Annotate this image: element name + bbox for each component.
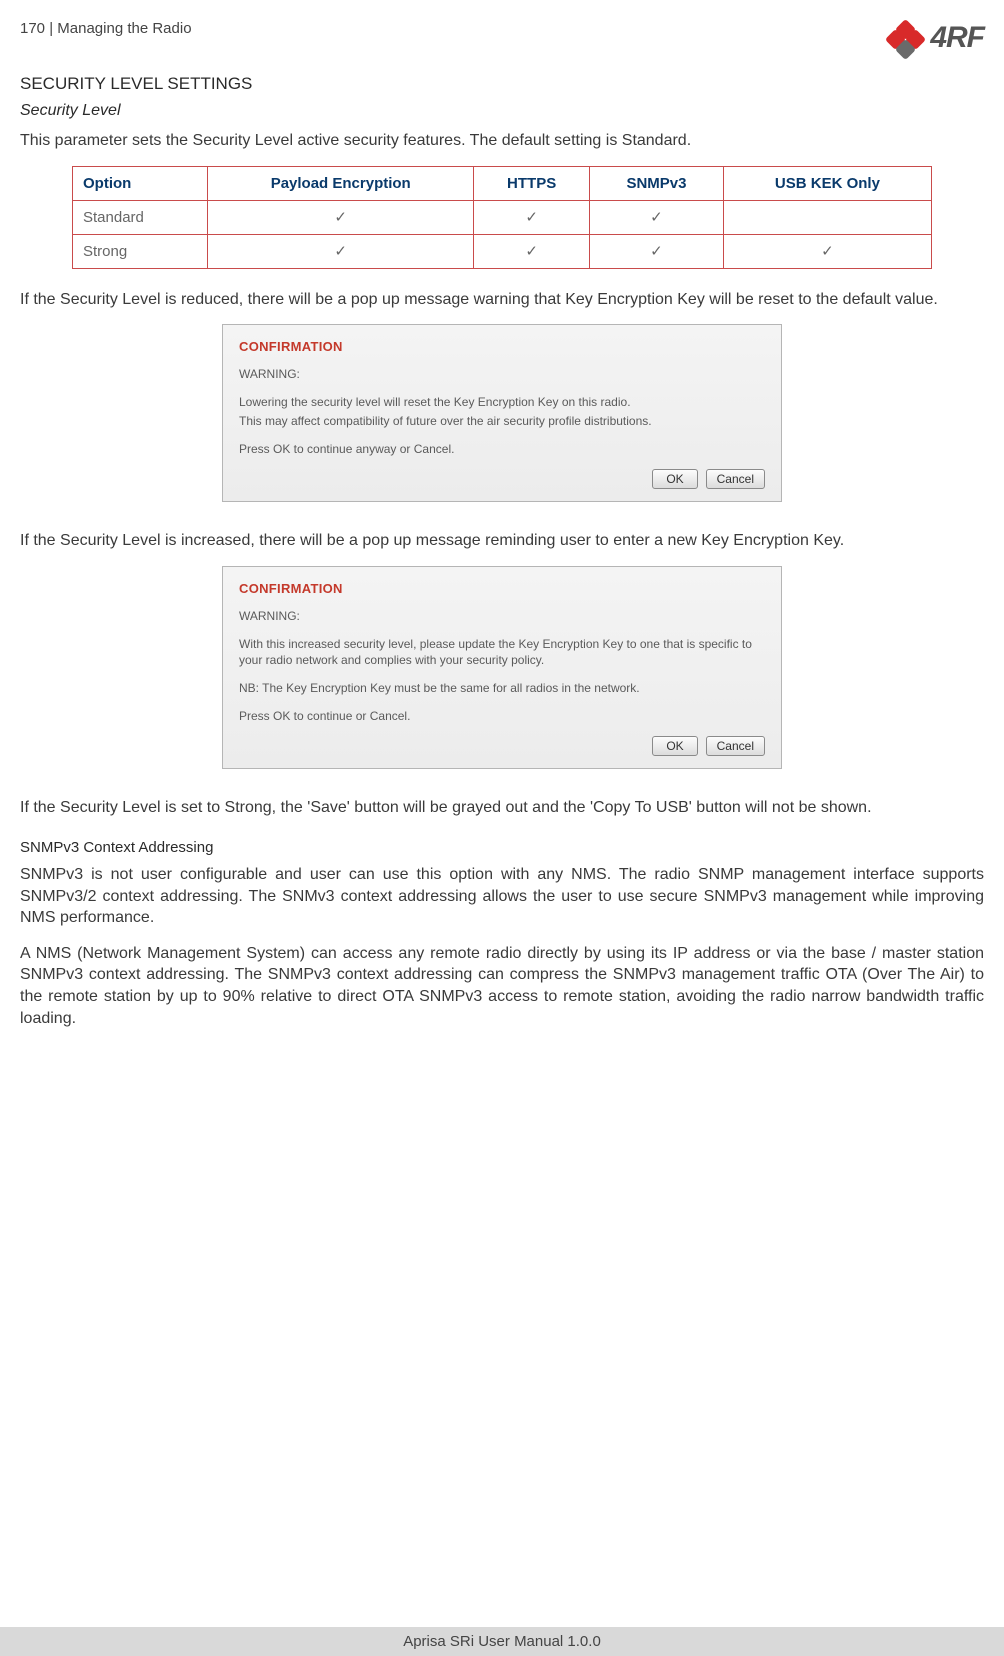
snmp-paragraph-2: A NMS (Network Management System) can ac… bbox=[20, 943, 984, 1029]
col-usb: USB KEK Only bbox=[723, 166, 931, 200]
col-https: HTTPS bbox=[474, 166, 590, 200]
section-subheading: Security Level bbox=[20, 102, 984, 120]
table-row: Strong ✓ ✓ ✓ ✓ bbox=[73, 234, 932, 268]
page-number: 170 bbox=[20, 20, 45, 37]
logo-icon bbox=[888, 20, 926, 56]
table-header-row: Option Payload Encryption HTTPS SNMPv3 U… bbox=[73, 166, 932, 200]
dialog-line: Lowering the security level will reset t… bbox=[239, 394, 765, 410]
security-level-table: Option Payload Encryption HTTPS SNMPv3 U… bbox=[72, 166, 932, 269]
cell-option: Strong bbox=[73, 234, 208, 268]
cell-https: ✓ bbox=[474, 200, 590, 234]
page-footer: Aprisa SRi User Manual 1.0.0 bbox=[0, 1627, 1004, 1656]
cell-snmp: ✓ bbox=[590, 234, 724, 268]
confirmation-dialog-lower: CONFIRMATION WARNING: Lowering the secur… bbox=[222, 324, 782, 502]
section-heading: SECURITY LEVEL SETTINGS bbox=[20, 74, 984, 94]
dialog-line: With this increased security level, plea… bbox=[239, 636, 765, 668]
cell-payload: ✓ bbox=[208, 234, 474, 268]
cell-payload: ✓ bbox=[208, 200, 474, 234]
ok-button[interactable]: OK bbox=[652, 469, 698, 489]
paragraph-strong: If the Security Level is set to Strong, … bbox=[20, 797, 984, 819]
ok-button[interactable]: OK bbox=[652, 736, 698, 756]
dialog-line: Press OK to continue or Cancel. bbox=[239, 708, 765, 724]
dialog-line: Press OK to continue anyway or Cancel. bbox=[239, 441, 765, 457]
dialog-button-row: OK Cancel bbox=[239, 736, 765, 756]
snmp-heading: SNMPv3 Context Addressing bbox=[20, 839, 984, 856]
col-option: Option bbox=[73, 166, 208, 200]
cell-https: ✓ bbox=[474, 234, 590, 268]
snmp-paragraph-1: SNMPv3 is not user configurable and user… bbox=[20, 864, 984, 929]
intro-paragraph: This parameter sets the Security Level a… bbox=[20, 130, 984, 152]
paragraph-reduced: If the Security Level is reduced, there … bbox=[20, 289, 984, 311]
cell-usb: ✓ bbox=[723, 234, 931, 268]
page-number-section: 170 | Managing the Radio bbox=[20, 20, 192, 37]
cell-option: Standard bbox=[73, 200, 208, 234]
dialog-button-row: OK Cancel bbox=[239, 469, 765, 489]
dialog-warning-label: WARNING: bbox=[239, 608, 765, 624]
dialog-title: CONFIRMATION bbox=[239, 339, 765, 354]
brand-logo: 4RF bbox=[888, 20, 984, 56]
cell-snmp: ✓ bbox=[590, 200, 724, 234]
col-snmp: SNMPv3 bbox=[590, 166, 724, 200]
section-title: Managing the Radio bbox=[57, 20, 191, 37]
dialog-title: CONFIRMATION bbox=[239, 581, 765, 596]
page-header: 170 | Managing the Radio 4RF bbox=[20, 20, 984, 56]
dialog-warning-label: WARNING: bbox=[239, 366, 765, 382]
cancel-button[interactable]: Cancel bbox=[706, 736, 765, 756]
paragraph-increased: If the Security Level is increased, ther… bbox=[20, 530, 984, 552]
cancel-button[interactable]: Cancel bbox=[706, 469, 765, 489]
col-payload: Payload Encryption bbox=[208, 166, 474, 200]
separator: | bbox=[49, 20, 53, 37]
table-row: Standard ✓ ✓ ✓ bbox=[73, 200, 932, 234]
dialog-line: NB: The Key Encryption Key must be the s… bbox=[239, 680, 765, 696]
cell-usb bbox=[723, 200, 931, 234]
confirmation-dialog-increase: CONFIRMATION WARNING: With this increase… bbox=[222, 566, 782, 770]
brand-text: 4RF bbox=[930, 21, 984, 55]
dialog-line: This may affect compatibility of future … bbox=[239, 413, 765, 429]
